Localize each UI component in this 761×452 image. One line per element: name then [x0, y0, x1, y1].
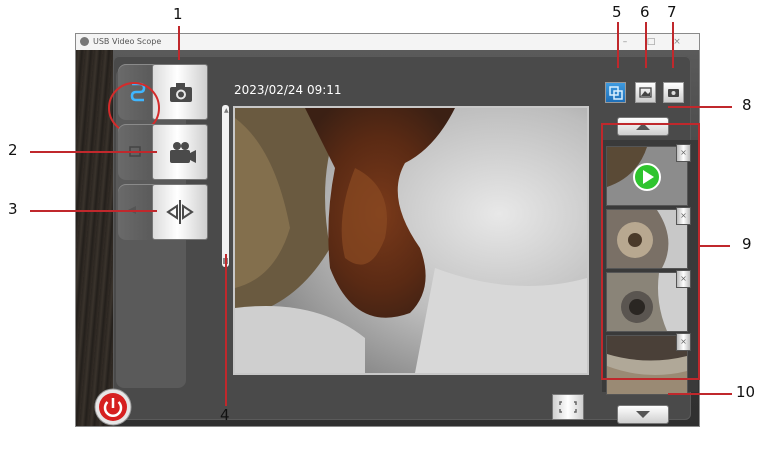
arrow-icon	[128, 206, 136, 214]
camera-icon	[668, 89, 679, 97]
callout-number-3: 3	[8, 200, 18, 218]
fullscreen-button[interactable]	[553, 395, 583, 419]
slider-top-marker: ▲	[224, 107, 229, 114]
callout-number-1: 1	[173, 5, 183, 23]
callout-line-6	[645, 22, 647, 68]
camera-frame-image	[235, 108, 587, 373]
link-mode-button[interactable]	[606, 83, 625, 102]
video-camera-icon	[170, 142, 196, 163]
record-video-button[interactable]	[153, 125, 207, 179]
callout-number-7: 7	[667, 3, 677, 21]
image-gallery-icon	[639, 87, 652, 98]
callout-number-4: 4	[220, 406, 230, 424]
callout-number-2: 2	[8, 141, 18, 159]
capture-timestamp: 2023/02/24 09:11	[234, 83, 342, 97]
callout-line-8	[668, 106, 732, 108]
callout-line-5	[617, 22, 619, 68]
capture-photo-button[interactable]	[153, 65, 207, 119]
callout-line-3	[30, 210, 157, 212]
callout-number-8: 8	[742, 96, 752, 114]
callout-line-2	[30, 151, 157, 153]
app-icon	[80, 37, 89, 46]
callout-line-7	[672, 22, 674, 68]
camera-icon	[170, 83, 192, 102]
power-button[interactable]	[94, 388, 132, 426]
zoom-slider[interactable]: ▲	[222, 105, 229, 267]
thumbnail-callout-frame	[601, 123, 700, 380]
mirror-flip-icon	[166, 200, 194, 224]
tab-mirror[interactable]	[118, 184, 158, 240]
thumbnail-scroll-down-button[interactable]	[618, 406, 668, 423]
link-icon	[609, 86, 623, 100]
fullscreen-icon	[559, 401, 577, 413]
close-button[interactable]: ×	[668, 35, 686, 49]
chevron-down-icon	[636, 411, 650, 418]
mirror-flip-button[interactable]	[153, 185, 207, 239]
gallery-button[interactable]	[636, 83, 655, 102]
snapshot-settings-button[interactable]	[664, 83, 683, 102]
live-camera-view[interactable]	[235, 108, 587, 373]
callout-line-1	[178, 26, 180, 60]
callout-number-5: 5	[612, 3, 622, 21]
callout-line-9	[700, 245, 730, 247]
title-bar: USB Video Scope – □ ×	[76, 34, 699, 50]
callout-number-6: 6	[640, 3, 650, 21]
callout-number-10: 10	[736, 383, 756, 401]
callout-line-10	[668, 393, 732, 395]
window-title: USB Video Scope	[93, 37, 162, 46]
callout-number-9: 9	[742, 235, 752, 253]
callout-line-4	[225, 254, 227, 406]
